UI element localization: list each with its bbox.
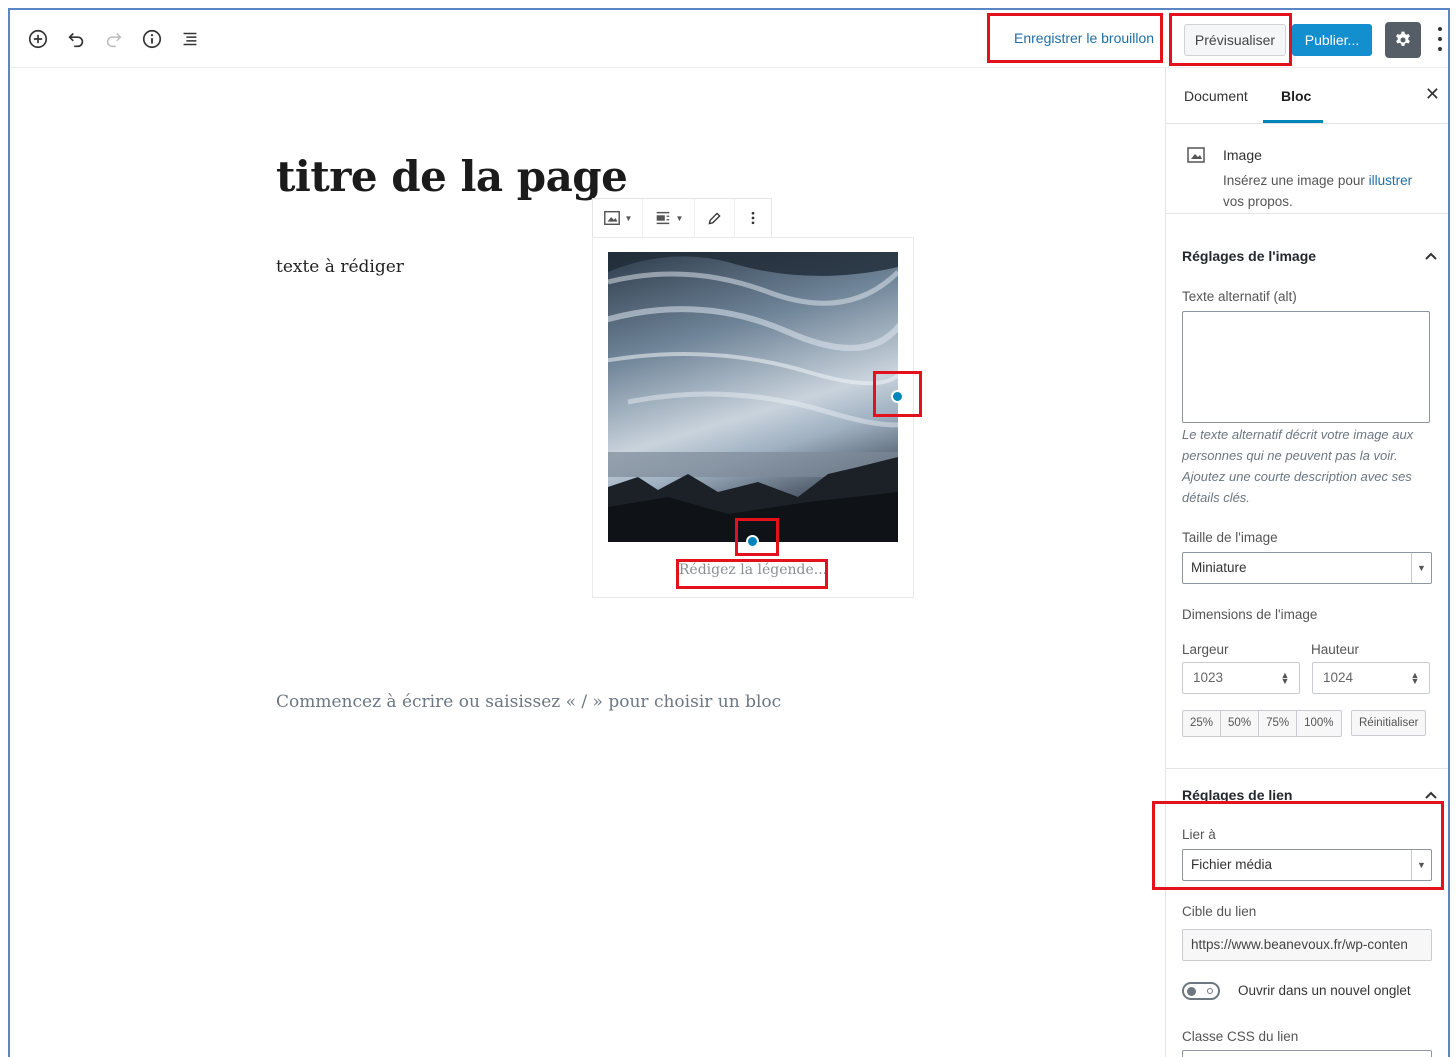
resize-handle-bottom[interactable] [746,535,759,548]
spinner-icon[interactable]: ▲ ▼ [1409,671,1421,686]
scale-75-button[interactable]: 75% [1259,711,1298,736]
height-label: Hauteur [1311,642,1360,657]
outline-icon[interactable] [178,27,202,51]
publish-button[interactable]: Publier... [1292,24,1372,56]
editor-window: Enregistrer le brouillon Prévisualiser P… [8,8,1450,1057]
image-settings-title[interactable]: Réglages de l'image [1182,248,1316,264]
height-input[interactable]: 1024 ▲ ▼ [1312,662,1430,694]
image-size-label: Taille de l'image [1182,530,1278,545]
edit-image-button[interactable] [695,199,735,237]
caret-down-icon: ▼ [675,213,684,223]
image-icon [1187,147,1205,163]
save-draft-link[interactable]: Enregistrer le brouillon [1014,30,1154,46]
link-settings-title[interactable]: Réglages de lien [1182,787,1292,803]
block-card: Image Insérez une image pour illustrer v… [1166,124,1448,214]
align-button[interactable]: ▼ [643,199,695,237]
pencil-icon [708,211,721,225]
undo-icon[interactable] [64,27,88,51]
css-class-label: Classe CSS du lien [1182,1029,1299,1044]
caret-down-icon: ▼ [624,213,633,223]
image-size-select[interactable]: Miniature ▼ [1182,552,1432,584]
link-target-label: Cible du lien [1182,904,1257,919]
alt-text-input[interactable] [1182,311,1430,423]
more-vertical-icon [751,211,755,225]
reset-button[interactable]: Réinitialiser [1351,710,1427,736]
chevron-down-icon: ▼ [1411,850,1431,880]
alt-text-help: Le texte alternatif décrit votre image a… [1182,427,1414,505]
new-tab-toggle[interactable] [1182,982,1220,1000]
preview-button[interactable]: Prévisualiser [1184,24,1286,56]
link-to-select[interactable]: Fichier média ▼ [1182,849,1432,881]
spinner-icon[interactable]: ▲ ▼ [1279,671,1291,686]
info-icon[interactable] [140,27,164,51]
new-tab-label: Ouvrir dans un nouvel onglet [1238,983,1411,998]
block-description: Insérez une image pour illustrer vos pro… [1223,173,1413,209]
panel-divider [1166,768,1448,769]
width-input[interactable]: 1023 ▲ ▼ [1182,662,1300,694]
image-icon [603,210,620,226]
css-class-input[interactable] [1182,1050,1432,1057]
close-icon[interactable]: ✕ [1425,84,1440,105]
tab-document[interactable]: Document [1184,88,1248,104]
empty-block-prompt[interactable]: Commencez à écrire ou saisissez « / » po… [276,692,781,712]
paragraph-block[interactable]: texte à rédiger [276,257,404,277]
width-label: Largeur [1182,642,1229,657]
resize-handle-right[interactable] [891,390,904,403]
selected-image[interactable] [608,252,898,542]
block-name: Image [1223,147,1262,163]
redo-icon[interactable] [102,27,126,51]
block-toolbar: ▼ ▼ [592,198,772,238]
link-to-label: Lier à [1182,827,1216,842]
top-toolbar: Enregistrer le brouillon Prévisualiser P… [10,10,1448,68]
image-block[interactable]: Rédigez la légende... [592,237,914,598]
more-vertical-icon[interactable] [1434,24,1446,54]
block-more-options-button[interactable] [735,199,771,237]
alt-text-label: Texte alternatif (alt) [1182,289,1297,304]
chevron-up-icon[interactable] [1424,249,1438,263]
scale-50-button[interactable]: 50% [1221,711,1260,736]
chevron-up-icon[interactable] [1424,788,1438,802]
active-tab-indicator [1263,120,1323,123]
gear-icon[interactable] [1385,22,1421,58]
link-target-input[interactable]: https://www.beanevoux.fr/wp-conten [1182,929,1432,961]
settings-sidebar: Document Bloc ✕ Image Insérez une image … [1165,68,1448,1057]
percent-button-group: 25% 50% 75% 100% [1182,710,1342,737]
chevron-down-icon: ▼ [1411,553,1431,583]
landscape-painting-image [608,252,898,542]
tab-block[interactable]: Bloc [1281,88,1311,104]
scale-25-button[interactable]: 25% [1183,711,1222,736]
scale-100-button[interactable]: 100% [1297,711,1340,736]
sidebar-tabs: Document Bloc ✕ [1166,68,1448,124]
caption-input[interactable]: Rédigez la légende... [593,562,913,578]
change-block-type-button[interactable]: ▼ [593,199,643,237]
align-icon [656,211,669,225]
add-block-icon[interactable] [26,27,50,51]
page-title[interactable]: titre de la page [276,152,628,201]
image-dimensions-label: Dimensions de l'image [1182,607,1318,622]
